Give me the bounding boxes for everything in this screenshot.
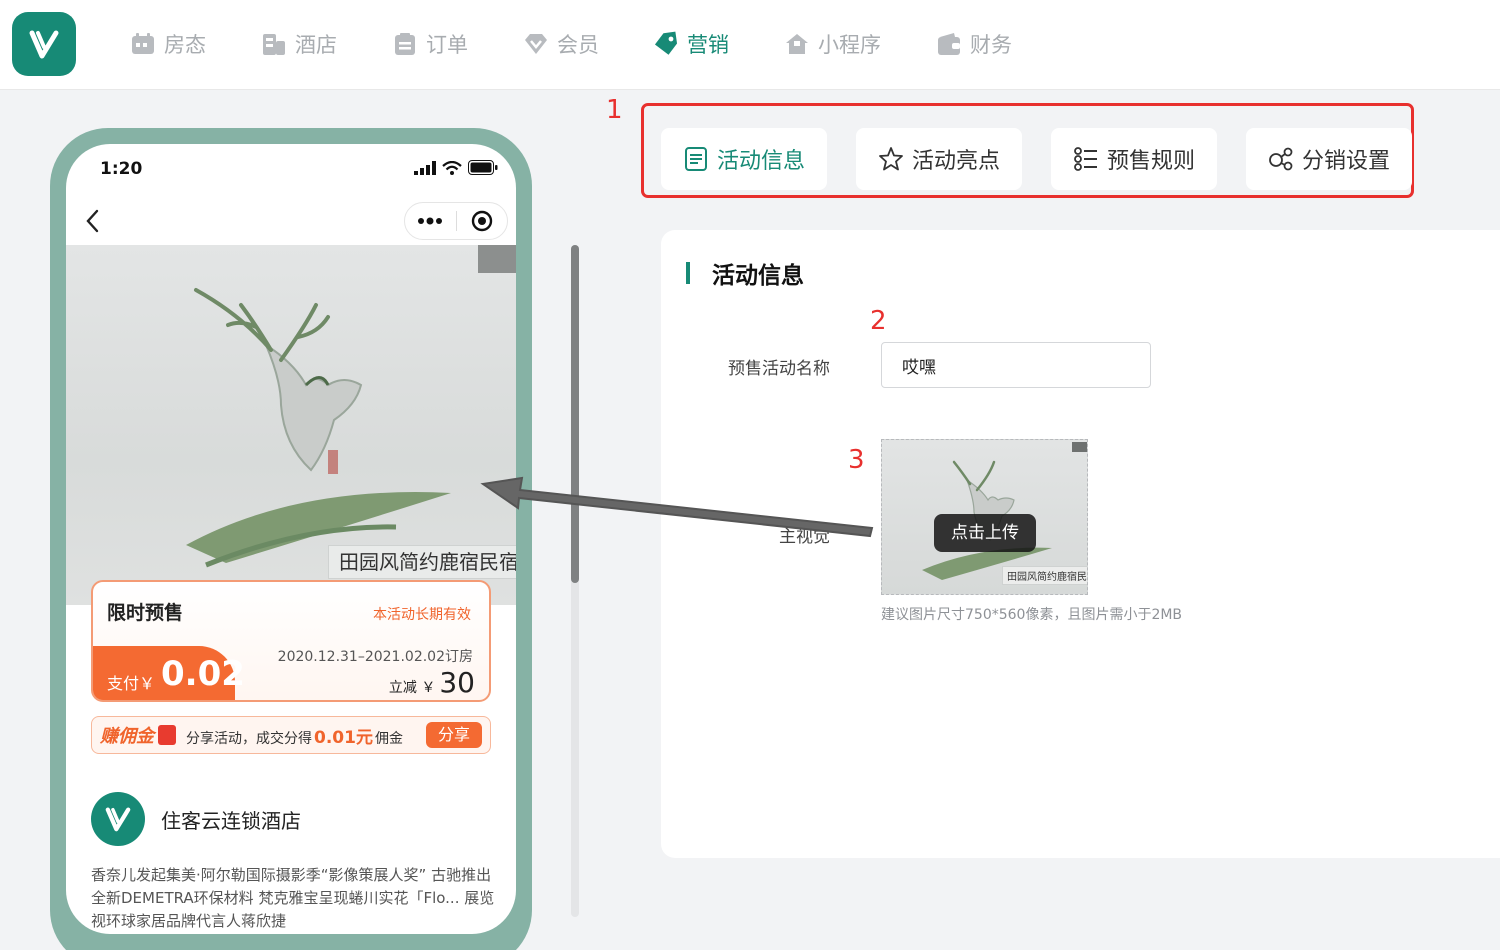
nav-item-label: 营销 <box>687 33 729 57</box>
nav-item-orders[interactable]: 订单 <box>392 28 468 60</box>
tab-distribution-settings[interactable]: 分销设置 <box>1246 128 1412 190</box>
diamond-icon <box>525 34 547 54</box>
wallet-icon <box>938 33 960 55</box>
list-icon <box>1074 147 1097 171</box>
logo-mark-icon <box>105 807 131 832</box>
hero-caption: 田园风简约鹿宿民宿 <box>328 545 516 579</box>
back-icon[interactable] <box>84 207 100 235</box>
tab-label: 预售规则 <box>1106 149 1195 174</box>
phone-preview-frame: 1:20 田园风简约鹿宿民宿 限时预售 本活动长期有效 支付￥ 0.02 202… <box>50 128 532 950</box>
home-icon <box>786 34 808 54</box>
document-icon <box>684 147 707 171</box>
section-title: 活动信息 <box>712 263 804 289</box>
presale-dates: 2020.12.31–2021.02.02订房 <box>277 649 473 665</box>
battery-icon <box>468 160 498 175</box>
pay-label: 支付￥ <box>107 674 156 693</box>
clipboard-icon <box>395 33 415 55</box>
commission-text-before: 分享活动，成交分得 <box>186 730 312 747</box>
discount-label: 立减 ￥ <box>388 680 436 696</box>
share-nodes-icon <box>1269 147 1293 171</box>
activity-name-label: 预售活动名称 <box>728 359 830 379</box>
annotation-3: 3 <box>848 445 865 475</box>
nav-item-room-status[interactable]: 房态 <box>130 28 206 60</box>
upload-button[interactable]: 点击上传 <box>934 514 1036 552</box>
annotation-1: 1 <box>606 95 623 125</box>
status-time: 1:20 <box>100 159 143 179</box>
main-visual-upload[interactable]: 点击上传 田园风简约鹿宿民宿 <box>881 439 1088 595</box>
hotel-info: 住客云连锁酒店 <box>91 792 301 846</box>
annotation-2: 2 <box>870 306 887 336</box>
hero-corner-tag <box>478 245 516 273</box>
commission-amount: 0.01元 <box>314 727 373 748</box>
discount-value: 30 <box>439 666 475 699</box>
hotel-description: 香奈儿发起集美·阿尔勒国际摄影季“影像策展人奖” 古驰推出全新DEMETRA环保… <box>91 866 495 930</box>
nav-item-finance[interactable]: 财务 <box>936 28 1012 60</box>
preview-scrollbar-thumb[interactable] <box>571 245 579 583</box>
tab-presale-rules[interactable]: 预售规则 <box>1051 128 1217 190</box>
top-navigation: 房态 酒店 订单 会员 营销 小程序 财务 <box>0 0 1500 90</box>
commission-text-after: 佣金 <box>374 730 403 747</box>
upload-preview-caption: 田园风简约鹿宿民宿 <box>1002 566 1087 585</box>
tab-label: 分销设置 <box>1301 149 1390 174</box>
nav-item-mini-program[interactable]: 小程序 <box>784 28 881 60</box>
phone-screen: 1:20 田园风简约鹿宿民宿 限时预售 本活动长期有效 支付￥ 0.02 202… <box>66 144 516 934</box>
nav-item-members[interactable]: 会员 <box>523 28 599 60</box>
phone-nav-bar <box>66 199 516 245</box>
tab-activity-info[interactable]: 活动信息 <box>661 128 827 190</box>
hotel-logo <box>91 792 145 846</box>
building-icon <box>263 34 285 55</box>
nav-item-label: 订单 <box>426 33 468 57</box>
tab-label: 活动信息 <box>716 149 805 174</box>
star-icon <box>879 147 903 171</box>
nav-item-label: 酒店 <box>295 33 337 57</box>
activity-name-input[interactable] <box>881 342 1151 388</box>
mini-program-capsule <box>404 202 508 240</box>
more-menu[interactable] <box>405 203 456 239</box>
share-button[interactable]: 分享 <box>426 722 482 748</box>
upload-hint: 建议图片尺寸750*560像素，且图片需小于2MB <box>881 607 1183 623</box>
nav-item-label: 小程序 <box>818 33 881 57</box>
logo-mark-icon <box>29 30 59 59</box>
presale-validity: 本活动长期有效 <box>373 607 471 623</box>
presale-card: 限时预售 本活动长期有效 支付￥ 0.02 2020.12.31–2021.02… <box>91 580 491 702</box>
target-close-icon <box>471 210 492 232</box>
app-logo[interactable] <box>12 12 76 76</box>
signal-icon <box>414 160 436 175</box>
calendar-icon <box>132 33 154 54</box>
discount-block: 立减 ￥ 30 <box>389 666 475 699</box>
phone-status-bar: 1:20 <box>66 144 516 194</box>
presale-title: 限时预售 <box>107 602 184 624</box>
wifi-icon <box>442 160 462 175</box>
nav-item-hotel[interactable]: 酒店 <box>261 28 337 60</box>
pay-value: 0.02 <box>161 654 245 694</box>
nav-item-marketing[interactable]: 营销 <box>653 28 729 60</box>
commission-badge: 赚佣金 <box>100 726 154 747</box>
tab-label: 活动亮点 <box>911 149 1000 174</box>
nav-item-label: 房态 <box>164 33 206 57</box>
presale-price-block: 支付￥ 0.02 <box>93 646 245 700</box>
hero-image: 田园风简约鹿宿民宿 <box>66 245 516 605</box>
tab-activity-highlights[interactable]: 活动亮点 <box>856 128 1022 190</box>
more-dots-icon <box>418 217 443 225</box>
close-mini-program[interactable] <box>457 203 508 239</box>
tag-icon <box>654 31 678 55</box>
status-icons <box>414 160 498 175</box>
commission-banner: 赚佣金 分享活动，成交分得 0.01元 佣金 分享 <box>91 716 491 754</box>
hotel-name: 住客云连锁酒店 <box>161 808 301 833</box>
commission-text: 分享活动，成交分得 0.01元 佣金 <box>186 723 403 748</box>
nav-item-label: 会员 <box>557 33 599 57</box>
red-packet-icon <box>158 725 176 745</box>
main-visual-label: 主视觉 <box>779 527 830 547</box>
nav-item-label: 财务 <box>970 33 1012 57</box>
